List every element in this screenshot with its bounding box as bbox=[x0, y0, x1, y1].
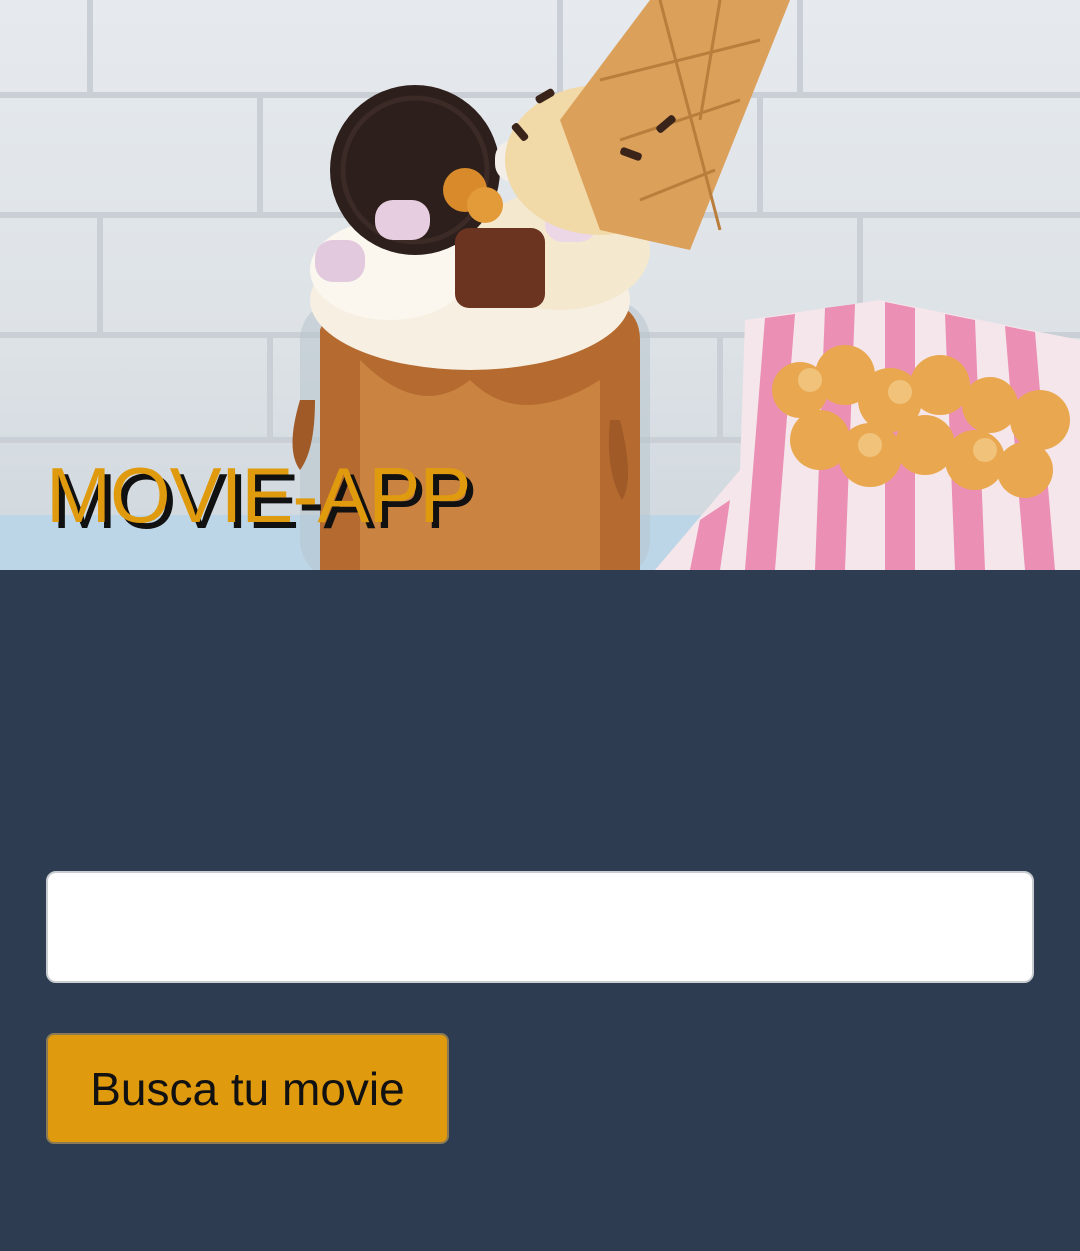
search-button[interactable]: Busca tu movie bbox=[46, 1033, 449, 1144]
app-title: MOVIE-APP bbox=[46, 451, 471, 539]
search-input[interactable] bbox=[46, 871, 1034, 983]
hero-banner: MOVIE-APP bbox=[0, 0, 1080, 570]
